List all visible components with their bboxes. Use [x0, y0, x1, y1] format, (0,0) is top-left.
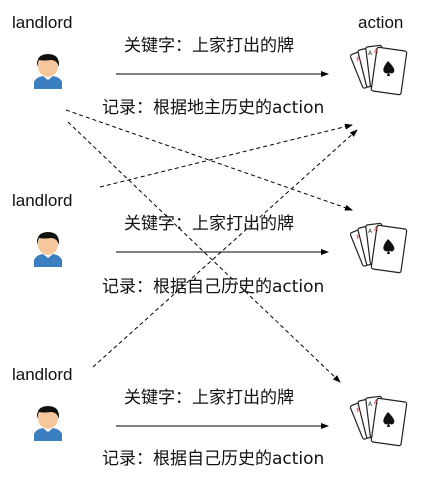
agent-label-1: landlord [12, 13, 73, 32]
record-text-3: 记录：根据自己历史的action [102, 449, 325, 469]
keyword-text-2: 关键字：上家打出的牌 [124, 214, 294, 234]
record-text-2: 记录：根据自己历史的action [102, 277, 325, 297]
playing-cards-icon: A A A [350, 44, 408, 96]
playing-cards-icon: A A A [350, 222, 408, 274]
record-text-1: 记录：根据地主历史的action [102, 98, 325, 118]
agent-label-2: landlord [12, 191, 73, 210]
keyword-text-3: 关键字：上家打出的牌 [124, 388, 294, 408]
action-label: action [358, 13, 404, 32]
person-avatar-icon [34, 54, 62, 89]
agent-label-3: landlord [12, 365, 73, 384]
person-avatar-icon [34, 232, 62, 267]
playing-cards-icon: A A A [350, 395, 408, 447]
person-avatar-icon [34, 406, 62, 441]
dashed-arrow-3 [99, 123, 353, 188]
keyword-text-1: 关键字：上家打出的牌 [124, 36, 294, 56]
